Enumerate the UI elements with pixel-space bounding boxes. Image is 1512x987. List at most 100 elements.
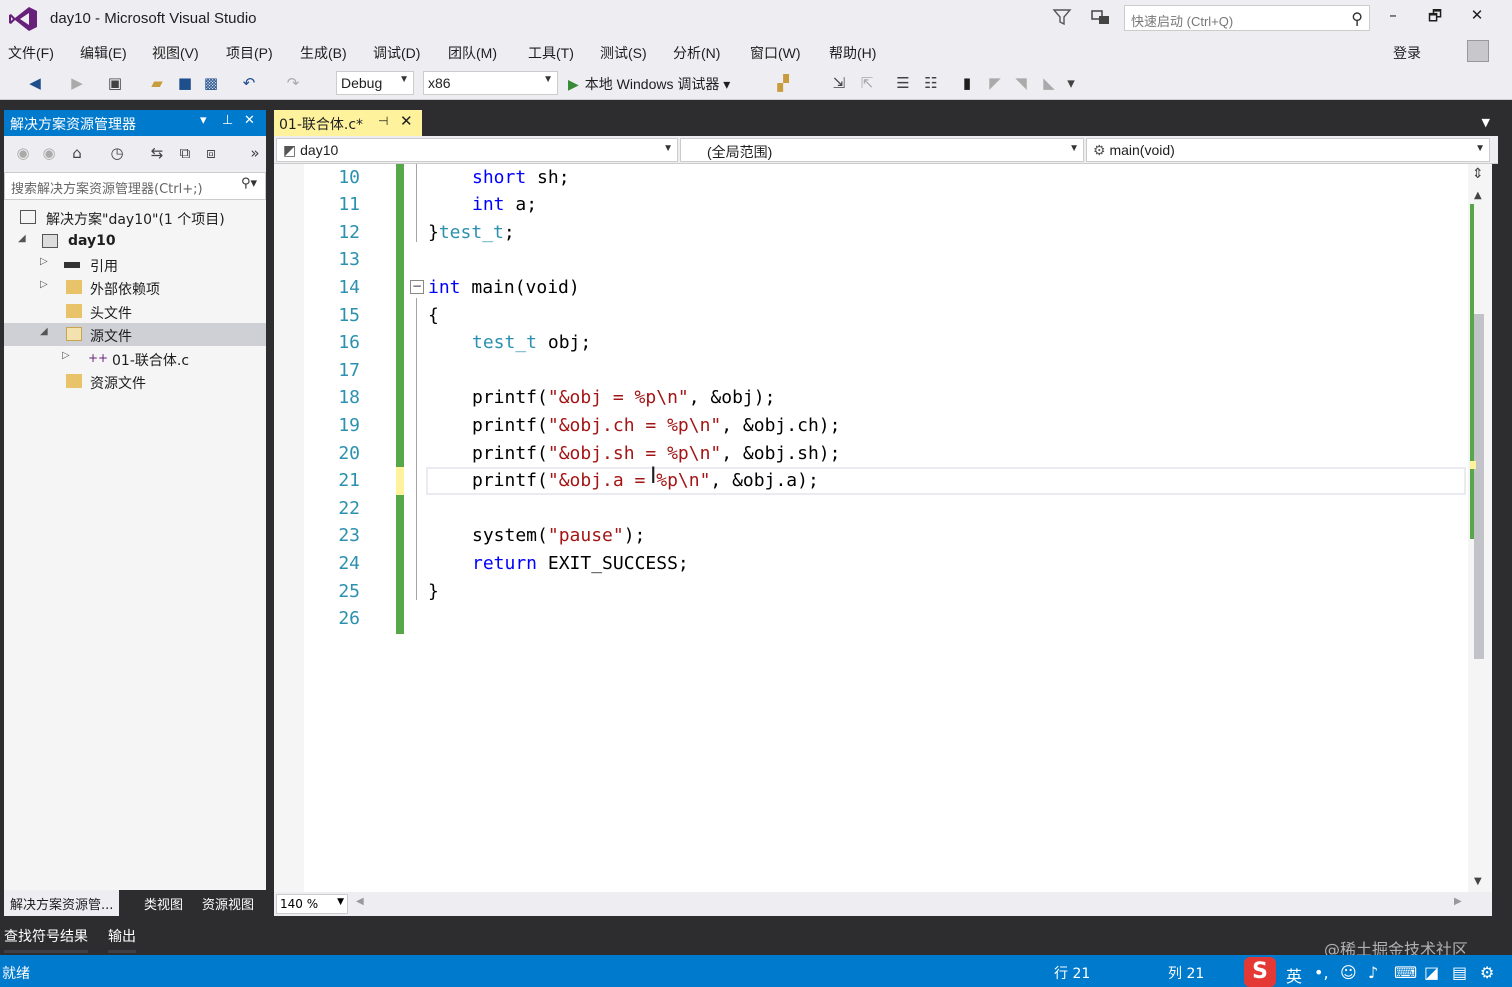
tab-output[interactable]: 输出 bbox=[108, 926, 136, 953]
tree-item-source-files[interactable]: ◢ 源文件 bbox=[4, 323, 266, 346]
menu-help[interactable]: 帮助(H) bbox=[829, 43, 876, 63]
chevron-down-icon[interactable]: ▼ bbox=[1482, 116, 1490, 129]
quick-launch-input[interactable]: 快速启动 (Ctrl+Q) ⚲ bbox=[1124, 5, 1370, 31]
back-icon[interactable]: ◀ bbox=[26, 74, 44, 92]
menu-test[interactable]: 测试(S) bbox=[600, 43, 647, 63]
member-dropdown[interactable]: ⚙ main(void) ▼ bbox=[1086, 138, 1490, 162]
start-debugging-button[interactable]: ▶ 本地 Windows 调试器 ▾ bbox=[568, 74, 730, 94]
step-over-icon[interactable]: ⇱ bbox=[858, 74, 876, 92]
code-string: "&obj = %p\n" bbox=[547, 387, 689, 408]
expanded-icon[interactable]: ◢ bbox=[40, 326, 48, 337]
pin-icon[interactable]: ⊣ bbox=[378, 114, 388, 128]
ime-language-toggle[interactable]: 英 bbox=[1286, 963, 1302, 987]
find-in-files-icon[interactable]: ▞ bbox=[774, 74, 792, 92]
collapsed-icon[interactable]: ▷ bbox=[62, 350, 70, 361]
expanded-icon[interactable]: ◢ bbox=[18, 233, 26, 244]
undo-icon[interactable]: ↶ bbox=[240, 74, 258, 92]
scroll-left-icon[interactable]: ◀ bbox=[356, 896, 364, 907]
save-all-icon[interactable]: ▩ bbox=[202, 74, 220, 92]
sign-in-link[interactable]: 登录 bbox=[1393, 43, 1421, 63]
collapse-icon[interactable]: − bbox=[410, 280, 424, 294]
tab-resource-view[interactable]: 资源视图 bbox=[198, 894, 258, 913]
scroll-up-icon[interactable]: ▲ bbox=[1474, 190, 1482, 201]
sync-icon[interactable]: ⇆ bbox=[148, 144, 166, 162]
prev-bookmark-icon[interactable]: ◤ bbox=[986, 74, 1004, 92]
step-into-icon[interactable]: ⇲ bbox=[830, 74, 848, 92]
account-icon[interactable] bbox=[1467, 40, 1489, 62]
forward-icon[interactable]: ▶ bbox=[68, 74, 86, 92]
menu-window[interactable]: 窗口(W) bbox=[750, 43, 801, 63]
code-editor[interactable]: 10 11 12 13 14 15 16 17 18 19 20 21 22 2… bbox=[274, 164, 1492, 892]
chevron-down-icon[interactable]: ▾ bbox=[200, 113, 207, 128]
microphone-icon[interactable]: ♪ bbox=[1368, 963, 1378, 982]
home-icon[interactable]: ⌂ bbox=[68, 144, 86, 162]
menu-file[interactable]: 文件(F) bbox=[8, 43, 54, 63]
tab-find-symbol-results[interactable]: 查找符号结果 bbox=[4, 926, 88, 953]
menu-analyze[interactable]: 分析(N) bbox=[673, 43, 720, 63]
menu-project[interactable]: 项目(P) bbox=[226, 43, 273, 63]
line-number: 19 bbox=[338, 415, 360, 436]
notification-filter-icon[interactable] bbox=[1052, 7, 1072, 27]
sogou-ime-icon[interactable]: S bbox=[1244, 957, 1276, 987]
tree-item-external-deps[interactable]: ▷ 外部依赖项 bbox=[4, 276, 266, 299]
pending-changes-icon[interactable]: ◷ bbox=[108, 144, 126, 162]
restore-button[interactable]: 🗗 bbox=[1420, 6, 1450, 30]
vertical-scrollbar[interactable]: ⇕ ▲ ▼ bbox=[1468, 164, 1492, 892]
code-type: test_t bbox=[472, 332, 538, 353]
scroll-right-icon[interactable]: ▶ bbox=[1454, 896, 1462, 907]
more-icon[interactable]: » bbox=[246, 144, 264, 162]
solution-explorer-search[interactable]: 搜索解决方案资源管理器(Ctrl+;) ⚲▾ bbox=[4, 172, 266, 200]
menu-tools[interactable]: 工具(T) bbox=[528, 43, 574, 63]
keyboard-icon[interactable]: ⌨ bbox=[1394, 963, 1417, 982]
settings-icon[interactable]: ⚙ bbox=[1480, 963, 1494, 982]
solution-platform-select[interactable]: x86 ▼ bbox=[423, 71, 558, 95]
tree-item-project[interactable]: ◢ day10 bbox=[4, 230, 266, 253]
tab-source-file[interactable]: 01-联合体.c* ⊣ ✕ bbox=[274, 110, 422, 136]
tree-item-solution[interactable]: 解决方案"day10"(1 个项目) bbox=[4, 206, 266, 229]
project-dropdown[interactable]: ◩ day10 ▼ bbox=[276, 138, 678, 162]
pin-icon[interactable]: ⊥ bbox=[222, 113, 233, 128]
save-icon[interactable]: ■ bbox=[176, 74, 194, 92]
redo-icon[interactable]: ↷ bbox=[284, 74, 302, 92]
tab-solution-explorer[interactable]: 解决方案资源管... bbox=[4, 890, 120, 916]
collapse-all-icon[interactable]: ⧉ bbox=[176, 144, 194, 162]
back-icon[interactable]: ◉ bbox=[14, 144, 32, 162]
menu-edit[interactable]: 编辑(E) bbox=[80, 43, 127, 63]
zoom-select[interactable]: 140 % ▼ bbox=[276, 894, 348, 914]
bookmark-icon[interactable]: ▮ bbox=[958, 74, 976, 92]
menu-debug[interactable]: 调试(D) bbox=[373, 43, 420, 63]
punctuation-icon[interactable]: •, bbox=[1314, 963, 1329, 982]
minimize-button[interactable]: – bbox=[1378, 6, 1408, 30]
close-icon[interactable]: ✕ bbox=[400, 112, 413, 130]
skin-icon[interactable]: ◪ bbox=[1424, 963, 1439, 982]
tree-item-references[interactable]: ▷ 引用 bbox=[4, 253, 266, 276]
scroll-down-icon[interactable]: ▼ bbox=[1474, 876, 1482, 887]
tree-item-resource-files[interactable]: 资源文件 bbox=[4, 370, 266, 393]
show-all-files-icon[interactable]: ⧈ bbox=[202, 144, 220, 162]
emoji-icon[interactable]: ☺ bbox=[1340, 963, 1357, 982]
split-window-icon[interactable]: ⇕ bbox=[1472, 166, 1484, 182]
menu-team[interactable]: 团队(M) bbox=[448, 43, 497, 63]
toolbar-overflow-icon[interactable]: ▾ bbox=[1062, 74, 1080, 92]
tree-item-header-files[interactable]: 头文件 bbox=[4, 300, 266, 323]
toolbox-icon[interactable]: ▤ bbox=[1452, 963, 1467, 982]
open-file-icon[interactable]: ▰ bbox=[148, 74, 166, 92]
menu-build[interactable]: 生成(B) bbox=[300, 43, 347, 63]
feedback-icon[interactable] bbox=[1090, 6, 1112, 28]
collapsed-icon[interactable]: ▷ bbox=[40, 256, 48, 267]
scrollbar-thumb[interactable] bbox=[1474, 314, 1484, 659]
uncomment-icon[interactable]: ☷ bbox=[922, 74, 940, 92]
comment-icon[interactable]: ☰ bbox=[894, 74, 912, 92]
collapsed-icon[interactable]: ▷ bbox=[40, 279, 48, 290]
clear-bookmarks-icon[interactable]: ◣ bbox=[1040, 74, 1058, 92]
tab-class-view[interactable]: 类视图 bbox=[140, 894, 187, 913]
tree-item-source-file[interactable]: ▷ ++ 01-联合体.c bbox=[4, 347, 266, 370]
menu-view[interactable]: 视图(V) bbox=[152, 43, 199, 63]
next-bookmark-icon[interactable]: ◥ bbox=[1012, 74, 1030, 92]
solution-configuration-select[interactable]: Debug ▼ bbox=[336, 71, 414, 95]
new-project-icon[interactable]: ▣ bbox=[106, 74, 124, 92]
scope-dropdown[interactable]: (全局范围) ▼ bbox=[680, 138, 1084, 162]
close-icon[interactable]: ✕ bbox=[244, 113, 255, 128]
close-button[interactable]: ✕ bbox=[1462, 6, 1492, 30]
forward-icon[interactable]: ◉ bbox=[40, 144, 58, 162]
